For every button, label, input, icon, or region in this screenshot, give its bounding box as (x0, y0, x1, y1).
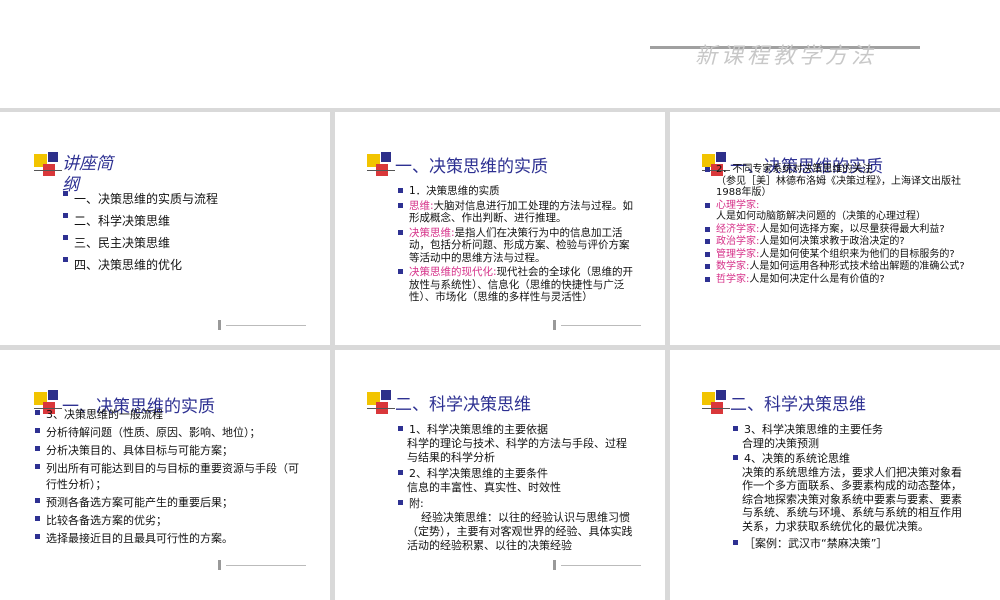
term-text: 人是如何决策求教于政治决定的? (759, 236, 905, 247)
section-body-1: 科学的理论与技术、科学的方法与手段、过程与结果的科学分析 (407, 437, 627, 464)
logo-icon (367, 390, 397, 422)
expert-item-1: 心理学家:人是如何动脑筋解决问题的（决策的心理过程） (704, 200, 966, 223)
slide-thumbnail-3[interactable]: 一、决策思维的实质 2．不同专家系统对决策思维的关注 （参见［美］林德布洛姆《决… (670, 112, 1000, 345)
flow-step-6: 选择最接近目的且最具可行性的方案。 (34, 531, 302, 547)
paragraph-1: 思维:大脑对信息进行加工处理的方法与过程。如形成概念、作出判断、进行推理。 (397, 200, 637, 225)
term-label: 管理学家: (716, 248, 760, 260)
slide-body: 2．不同专家系统对决策思维的关注 （参见［美］林德布洛姆《决策过程》，上海译文出… (704, 164, 966, 285)
outline-item-4: 四、决策思维的优化 (62, 254, 302, 276)
slide-footer (218, 560, 310, 570)
slide-body: 1．决策思维的实质 思维:大脑对信息进行加工处理的方法与过程。如形成概念、作出判… (397, 185, 637, 304)
outline-item-1: 一、决策思维的实质与流程 (62, 188, 302, 210)
slide-footer (553, 320, 645, 330)
term-label: 经济学家: (716, 223, 760, 235)
flow-step-3: 列出所有可能达到目的与目标的重要资源与手段（可行性分析）； (34, 461, 302, 493)
section-heading-3: 附: (397, 497, 637, 511)
flow-step-4: 预测各备选方案可能产生的重要后果； (34, 495, 302, 511)
slide-thumbnail-1[interactable]: 讲座简纲 一、决策思维的实质与流程 二、科学决策思维 三、民主决策思维 四、决策… (0, 112, 330, 345)
expert-item-5: 数学家:人是如何运用各种形式技术给出解题的准确公式? (704, 261, 966, 273)
section-heading-1: 3、科学决策思维的主要任务 (732, 423, 972, 437)
term-text: 人是如何使某个组织来为他们的目标服务的? (759, 248, 955, 260)
term-text: 大脑对信息进行加工处理的方法与过程。如形成概念、作出判断、进行推理。 (409, 199, 634, 225)
logo-icon (702, 390, 732, 422)
paragraph-3: 决策思维的现代化:现代社会的全球化（思维的开放性与系统性）、信息化（思维的快捷性… (397, 266, 637, 304)
term-text: 人是如何运用各种形式技术给出解题的准确公式? (749, 261, 965, 272)
term-label: 数学家: (716, 261, 750, 272)
term-label: 心理学家: (716, 199, 760, 211)
logo-icon (34, 152, 64, 184)
slide-body: 3、决策思维的一般流程 分析待解问题（性质、原因、影响、地位）； 分析决策目的、… (34, 407, 302, 547)
section-body-2: 信息的丰富性、真实性、时效性 (407, 481, 561, 494)
reference-note: （参见［美］林德布洛姆《决策过程》，上海译文出版社1988年版） (716, 175, 961, 199)
term-text: 人是如何动脑筋解决问题的（决策的心理过程） (716, 211, 926, 222)
term-label: 政治学家: (716, 236, 760, 247)
subheading: 2．不同专家系统对决策思维的关注 (704, 164, 966, 176)
subheading: 3、决策思维的一般流程 (34, 407, 302, 423)
section-body-1: 合理的决策预测 (742, 436, 819, 450)
slide-body: 1、科学决策思维的主要依据 科学的理论与技术、科学的方法与手段、过程与结果的科学… (397, 423, 637, 553)
term-text: 人是如何选择方案，以尽量获得最大利益? (759, 223, 945, 235)
slide-thumbnail-2[interactable]: 一、决策思维的实质 1．决策思维的实质 思维:大脑对信息进行加工处理的方法与过程… (335, 112, 665, 345)
outline-item-2: 二、科学决策思维 (62, 210, 302, 232)
flow-step-5: 比较各备选方案的优劣； (34, 513, 302, 529)
expert-item-2: 经济学家:人是如何选择方案，以尽量获得最大利益? (704, 224, 966, 236)
section-heading-2: 2、科学决策思维的主要条件 (397, 467, 637, 481)
expert-item-6: 哲学家:人是如何决定什么是有价值的? (704, 274, 966, 286)
slide-footer (553, 560, 645, 570)
term-label: 决策思维: (409, 226, 455, 239)
expert-item-3: 政治学家:人是如何决策求教于政治决定的? (704, 236, 966, 248)
term-label: 决策思维的现代化: (409, 266, 497, 278)
expert-item-4: 管理学家:人是如何使某个组织来为他们的目标服务的? (704, 249, 966, 261)
term-label: 哲学家: (716, 273, 750, 285)
flow-step-1: 分析待解问题（性质、原因、影响、地位）； (34, 425, 302, 441)
slide-title: 二、科学决策思维 (395, 395, 531, 415)
slide-thumbnail-4[interactable]: 一、决策思维的实质 3、决策思维的一般流程 分析待解问题（性质、原因、影响、地位… (0, 350, 330, 600)
slide-thumbnail-6[interactable]: 二、科学决策思维 3、科学决策思维的主要任务 合理的决策预测 4、决策的系统论思… (670, 350, 1000, 600)
case-note: ［案例：武汉市“禁麻决策”］ (732, 537, 972, 551)
term-text: 人是如何决定什么是有价值的? (749, 273, 885, 285)
paragraph-2: 决策思维:是指人们在决策行为中的信息加工活动，包括分析问题、形成方案、检验与评价… (397, 227, 637, 265)
term-label: 思维: (409, 199, 434, 212)
slide-footer (218, 320, 310, 330)
logo-icon (367, 152, 397, 184)
slide-title: 一、决策思维的实质 (395, 157, 548, 177)
decor-script-text: 新课程教学方法 (695, 44, 878, 69)
subheading: 1．决策思维的实质 (397, 185, 637, 198)
section-heading-2: 4、决策的系统论思维 (732, 452, 972, 466)
section-heading-1: 1、科学决策思维的主要依据 (397, 423, 637, 437)
top-slide-strip: 新课程教学方法 (0, 0, 1000, 108)
header-decoration: 新课程教学方法 (640, 30, 930, 85)
section-body-3: 经验决策思维：以往的经验认识与思维习惯（定势），主要有对客观世界的经验、具体实践… (407, 511, 633, 552)
outline-list: 一、决策思维的实质与流程 二、科学决策思维 三、民主决策思维 四、决策思维的优化 (62, 188, 302, 276)
slide-title: 二、科学决策思维 (730, 395, 866, 415)
slide-body: 3、科学决策思维的主要任务 合理的决策预测 4、决策的系统论思维 决策的系统思维… (732, 423, 972, 551)
slide-thumbnail-5[interactable]: 二、科学决策思维 1、科学决策思维的主要依据 科学的理论与技术、科学的方法与手段… (335, 350, 665, 600)
outline-item-3: 三、民主决策思维 (62, 232, 302, 254)
section-body-2: 决策的系统思维方法，要求人们把决策对象看作一个多方面联系、多要素构成的动态整体，… (742, 465, 962, 533)
flow-step-2: 分析决策目的、具体目标与可能方案； (34, 443, 302, 459)
